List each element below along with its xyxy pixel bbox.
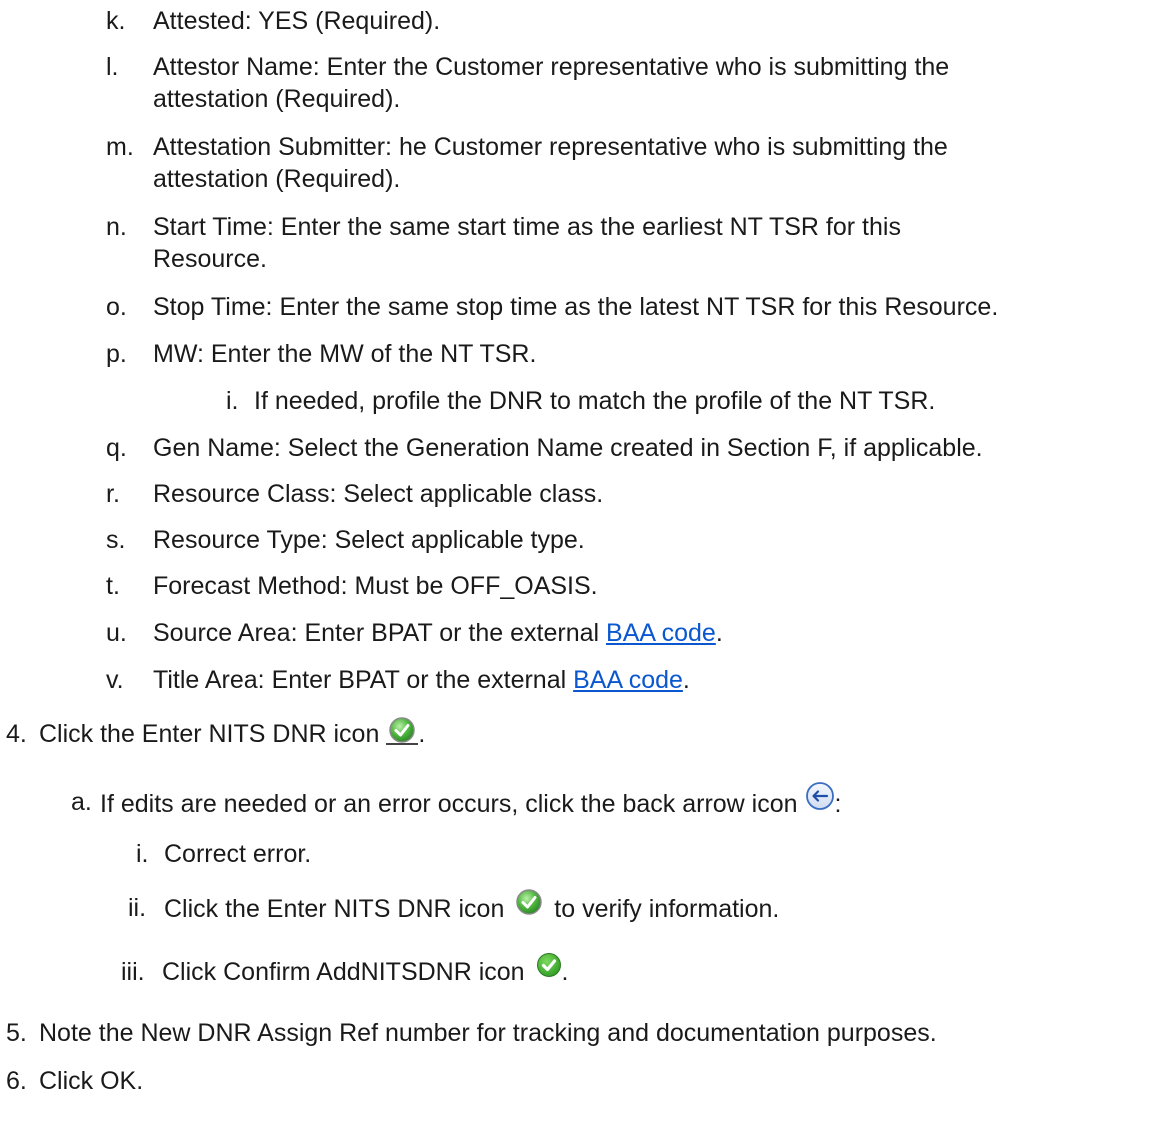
step-number: 5. <box>6 1019 27 1047</box>
item-text-end: . <box>561 958 569 987</box>
item-text: Source Area: Enter BPAT or the external <box>153 619 607 647</box>
step-text: Note the New DNR Assign Ref number for t… <box>39 1019 937 1047</box>
baa-code-link[interactable]: BAA code <box>606 619 716 647</box>
enter-nits-dnr-icon <box>386 713 419 746</box>
enter-nits-dnr-icon <box>515 888 543 923</box>
item-letter: p. <box>106 340 127 368</box>
item-letter: u. <box>106 619 127 647</box>
step-text-end: . <box>418 720 426 748</box>
item-letter: l. <box>106 53 119 81</box>
item-text: Attestor Name: Enter the Customer repres… <box>153 53 950 81</box>
step-number: 6. <box>6 1067 27 1095</box>
item-text: Resource Class: Select applicable class. <box>153 480 604 508</box>
step-text: If edits are needed or an error occurs, … <box>100 790 798 819</box>
item-text: Stop Time: Enter the same stop time as t… <box>153 293 999 321</box>
item-letter: v. <box>106 666 124 694</box>
item-letter: q. <box>106 434 127 462</box>
item-letter: s. <box>106 526 126 554</box>
step-number: 4. <box>6 720 27 748</box>
item-text-end: . <box>682 666 690 694</box>
item-text: Start Time: Enter the same start time as… <box>153 213 901 241</box>
step-text-end: : <box>834 790 842 819</box>
item-text: Correct error. <box>164 840 312 868</box>
item-text-end: to verify information. <box>554 895 780 924</box>
item-letter: n. <box>106 213 127 241</box>
item-letter: a. <box>71 788 92 816</box>
item-letter: o. <box>106 293 127 321</box>
item-continuation: Resource. <box>153 245 267 273</box>
item-text: If needed, profile the DNR to match the … <box>254 387 936 415</box>
item-letter: m. <box>106 133 134 161</box>
item-text: Attestation Submitter: he Customer repre… <box>153 133 948 161</box>
item-text: Click the Enter NITS DNR icon <box>164 895 505 924</box>
item-roman: i. <box>226 387 239 415</box>
item-text: MW: Enter the MW of the NT TSR. <box>153 340 537 368</box>
item-text: Gen Name: Select the Generation Name cre… <box>153 434 983 462</box>
item-roman: ii. <box>128 894 147 922</box>
baa-code-link[interactable]: BAA code <box>573 666 683 694</box>
step-text: Click the Enter NITS DNR icon <box>39 720 380 748</box>
item-continuation: attestation (Required). <box>153 85 401 113</box>
item-roman: i. <box>136 840 149 868</box>
item-text: Click Confirm AddNITSDNR icon <box>162 958 525 987</box>
item-text: Resource Type: Select applicable type. <box>153 526 585 554</box>
item-text: Title Area: Enter BPAT or the external <box>153 666 574 694</box>
item-roman: iii. <box>121 958 145 986</box>
item-continuation: attestation (Required). <box>153 165 401 193</box>
item-letter: r. <box>106 480 120 508</box>
item-text: Forecast Method: Must be OFF_OASIS. <box>153 572 598 600</box>
item-text: Attested: YES (Required). <box>153 7 441 35</box>
step-text: Click OK. <box>39 1067 144 1095</box>
item-text-end: . <box>715 619 723 647</box>
item-letter: t. <box>106 572 120 600</box>
back-arrow-icon <box>805 781 835 818</box>
item-letter: k. <box>106 7 126 35</box>
confirm-add-nits-dnr-icon <box>536 952 562 985</box>
